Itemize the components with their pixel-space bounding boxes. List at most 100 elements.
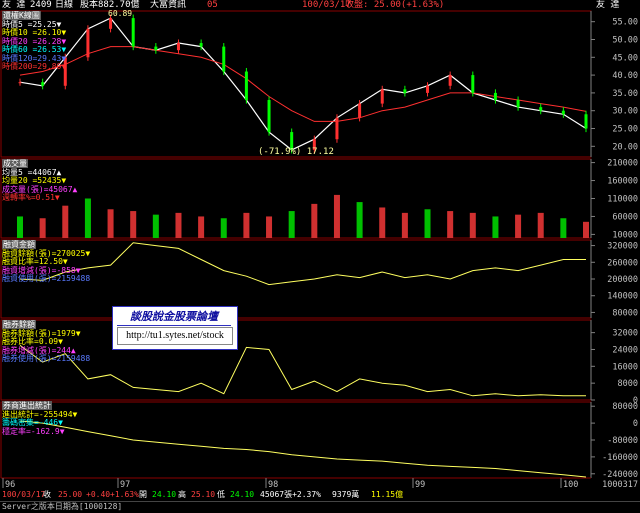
status-change: +0.40 — [86, 490, 111, 499]
y-tick-label: 320000 — [607, 242, 638, 252]
price-series-line — [19, 17, 587, 151]
volume-bar — [107, 209, 114, 238]
forum-banner[interactable]: 談股說金股票論壇 http://tu1.sytes.net/stock — [112, 306, 238, 350]
y-tick-label: 10000 — [612, 230, 638, 240]
volume-bar — [130, 211, 137, 238]
status-high: 25.10 — [191, 490, 216, 499]
status-open-label: 開 — [139, 490, 147, 499]
margin-panel-title: 融資金額 — [2, 240, 36, 249]
volume-bar — [39, 218, 46, 238]
short-series-line — [19, 344, 586, 397]
price-candle-body — [86, 28, 90, 58]
y-tick-label: 50.00 — [612, 35, 638, 45]
panel-frame — [0, 10, 592, 158]
price-candle-body — [493, 92, 497, 101]
status-date: 100/03/17 — [2, 490, 46, 499]
price-panel-title: 還權K線圖 — [2, 11, 41, 20]
volume-panel-legend: 成交量 均量5 =44067▲ 均量20 =52435▼ 成交量(張)=4506… — [2, 159, 77, 203]
price-candle-body — [516, 100, 520, 108]
volume-bar — [62, 205, 69, 238]
volume-bar — [447, 211, 454, 238]
y-tick-label: -160000 — [602, 453, 638, 463]
volume-bar — [492, 216, 499, 238]
y-tick-label: 200000 — [607, 275, 638, 285]
price-candle-body — [561, 110, 565, 115]
price-candle-body — [335, 117, 339, 140]
price-panel-legend: 還權K線圖 時價5 =25.25▼ 時價10 =26.10▼ 時價20 =26.… — [2, 11, 67, 72]
volume-bar — [17, 216, 23, 238]
volume-bar — [583, 221, 589, 238]
x-tick-label: 100 — [563, 480, 578, 490]
price-candle-body — [18, 82, 22, 84]
price-candle-body — [380, 89, 384, 104]
y-tick-label: 16000 — [612, 362, 638, 372]
y-tick-label: 25.00 — [612, 125, 638, 135]
y-tick-label: 80000 — [612, 308, 638, 318]
broker-legend-item: 穩定率=-162.9▼ — [2, 426, 65, 436]
volume-legend-item: 週轉率%=0.51▼ — [2, 193, 60, 202]
y-tick-label: 140000 — [607, 292, 638, 302]
volume-bar — [401, 212, 408, 238]
price-candle-body — [222, 46, 226, 72]
volume-bar — [243, 212, 250, 238]
y-tick-label: 55.00 — [612, 18, 638, 28]
price-candle-body — [244, 71, 248, 101]
x-tick-label: 97 — [120, 480, 130, 490]
y-tick-label: 20.00 — [612, 142, 638, 152]
y-tick-label: 110000 — [607, 195, 638, 205]
stock-chart-window: { "header": { "name": "友 達", "code": "24… — [0, 0, 640, 513]
y-tick-label: 40.00 — [612, 71, 638, 81]
x-tick-label: 96 — [5, 480, 15, 490]
forum-banner-url[interactable]: http://tu1.sytes.net/stock — [117, 327, 233, 345]
volume-bar — [175, 212, 182, 238]
status-high-label: 高 — [178, 490, 186, 499]
forum-banner-title: 談股說金股票論壇 — [117, 309, 231, 326]
volume-bar — [537, 212, 544, 238]
volume-bar — [469, 212, 476, 238]
status-volume: 45067張+2.37% — [260, 490, 321, 499]
status-low: 24.10 — [230, 490, 255, 499]
margin-legend-item: 融資使用(張)=2159488 — [2, 274, 91, 283]
y-tick-label: 45.00 — [612, 53, 638, 63]
price-candle-body — [154, 46, 158, 51]
volume-bar — [266, 216, 273, 238]
price-candle-body — [176, 43, 180, 51]
volume-bar — [198, 216, 205, 238]
status-close: 25.00 — [58, 490, 83, 499]
status-close-label: 收 — [43, 490, 51, 499]
y-tick-label: 0 — [633, 419, 638, 429]
price-candle-body — [448, 75, 452, 86]
volume-bar — [220, 218, 227, 238]
volume-bar — [311, 203, 318, 238]
price-candle-body — [403, 89, 407, 93]
x-axis-band — [0, 478, 640, 489]
chart-canvas: 55.00 50.00 45.00 40.00 35.00 30.00 25.00 20.00… — [0, 10, 640, 490]
y-tick-label: 30.00 — [612, 107, 638, 117]
y-tick-label: -80000 — [607, 436, 638, 446]
price-candle-body — [199, 43, 203, 47]
price-legend-item: 時價200=29.80▼ — [2, 62, 67, 71]
price-candle-body — [131, 18, 135, 47]
broker-series-line — [19, 420, 587, 478]
footer-text: Server之版本日期為[1000128] — [2, 502, 123, 511]
x-tick-label: 98 — [268, 480, 278, 490]
margin-panel-legend: 融資金額 融資餘額(張)=270025▼ 融資比率=12.50▼ 融資增減(張)… — [2, 240, 91, 284]
short-panel-title: 融券餘額 — [2, 320, 36, 329]
status-open: 24.10 — [152, 490, 177, 499]
x-axis-end-label: 1000317 — [602, 480, 638, 490]
volume-bar — [424, 209, 431, 238]
price-candle-body — [471, 75, 475, 93]
broker-panel-title: 券商進出統計 — [2, 401, 52, 410]
y-tick-label: 35.00 — [612, 89, 638, 99]
volume-bar — [333, 194, 340, 238]
price-candle-body — [41, 82, 45, 86]
y-tick-label: 80000 — [612, 402, 638, 412]
panel-frame — [0, 401, 592, 479]
price-series-line — [19, 46, 587, 122]
price-candle-body — [584, 114, 588, 129]
y-tick-label: 32000 — [612, 329, 638, 339]
volume-bar — [356, 202, 363, 238]
status-value: 11.15億 — [371, 490, 404, 499]
price-high-annotation: 60.89 — [108, 9, 133, 18]
price-low-annotation: (-71.9%) 17.12 — [258, 147, 334, 157]
